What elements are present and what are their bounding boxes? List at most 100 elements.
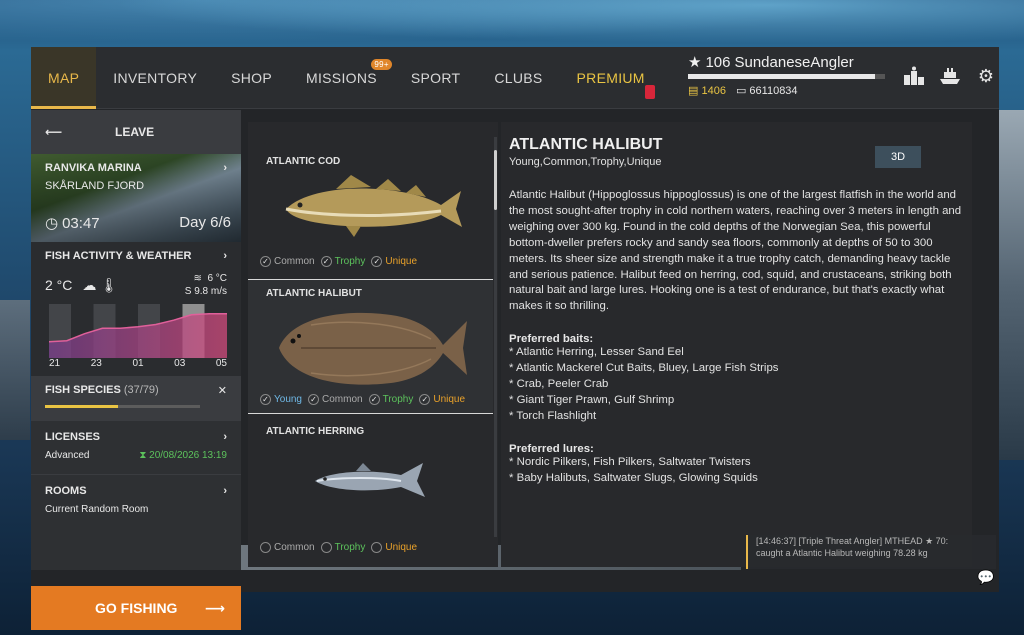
fish-tags: Common Trophy Unique (260, 542, 417, 553)
list-scrollbar-thumb[interactable] (494, 150, 497, 210)
atlantic-halibut-image (278, 312, 467, 385)
location-card[interactable]: RANVIKA MARINA › SKÅRLAND FJORD ◷ 03:47 Da… (31, 154, 241, 242)
list-item: * Torch Flashlight (509, 409, 597, 422)
tab-label: MISSIONS (306, 70, 377, 86)
tab-label: INVENTORY (113, 70, 198, 86)
species-progress-fill (45, 405, 118, 408)
species-title: FISH SPECIES (45, 384, 121, 396)
water-temperature: 6 °C (207, 273, 227, 284)
tab-label: SHOP (231, 70, 273, 86)
check-icon: ✓ (419, 394, 431, 405)
chevron-right-icon: › (223, 162, 227, 174)
fish-list: ATLANTIC COD ✓ Common ✓ Trophy ✓ Unique ATL… (248, 122, 498, 567)
fish-species-row[interactable]: FISH SPECIES (37/79) ✕ (31, 376, 241, 420)
back-arrow-icon: ⟵ (45, 125, 63, 139)
game-time: 03:47 (62, 214, 100, 232)
tab-label: PREMIUM (576, 70, 645, 86)
fish-card-cod[interactable]: ATLANTIC COD ✓ Common ✓ Trophy ✓ Unique (248, 122, 493, 280)
leaderboard-icon[interactable] (901, 63, 927, 89)
chevron-right-icon: › (223, 250, 227, 262)
baits-list: * Atlantic Herring, Lesser Sand Eel * At… (509, 345, 962, 425)
chevron-right-icon: › (223, 485, 227, 497)
tag-trophy: Trophy (334, 256, 366, 267)
tab-sport[interactable]: SPORT (394, 47, 477, 109)
tab-clubs[interactable]: CLUBS (477, 47, 559, 109)
wind-speed: S 9.8 m/s (184, 286, 227, 297)
tab-shop[interactable]: SHOP (214, 47, 289, 109)
top-icons: ⚙ (901, 63, 999, 89)
tag-common: Common (274, 256, 315, 267)
tag-unique: Unique (385, 542, 418, 553)
go-fishing-label: GO FISHING (95, 600, 178, 616)
weather-title: FISH ACTIVITY & WEATHER (45, 250, 192, 262)
check-icon: ✓ (371, 256, 383, 267)
fish-card-halibut[interactable]: ATLANTIC HALIBUT ✓ Young ✓ Common ✓ Trophy … (248, 279, 493, 414)
sidebar: ⟵ LEAVE RANVIKA MARINA › SKÅRLAND FJORD ◷… (31, 110, 241, 630)
baits-title: Preferred baits: (509, 333, 594, 346)
tag-young: Young (274, 394, 302, 405)
tab-premium[interactable]: PREMIUM (560, 47, 662, 109)
leave-label: LEAVE (115, 125, 155, 139)
rooms-row[interactable]: ROOMS › Current Random Room (31, 474, 241, 526)
fish-name: ATLANTIC COD (266, 156, 341, 167)
check-icon: ✓ (260, 394, 271, 405)
tag-unique: Unique (433, 394, 466, 405)
unchecked-circle-icon (320, 542, 332, 553)
thermometer-icon: 🌡 (100, 276, 119, 293)
player-profile[interactable]: ★ 106 SundaneseAngler ▤ 1406 ▭ 66110834 (688, 53, 888, 103)
tab-missions[interactable]: MISSIONS 99+ (289, 47, 394, 109)
details-description: Atlantic Halibut (Hippoglossus hippoglos… (509, 189, 962, 313)
sky-background (0, 0, 1024, 50)
licenses-row[interactable]: LICENSES › Advanced ⧗ 20/08/2026 13:19 (31, 420, 241, 474)
top-bar: MAP INVENTORY SHOP MISSIONS 99+ SPORT CL… (31, 47, 999, 109)
tab-label: CLUBS (494, 70, 543, 86)
unchecked-circle-icon (371, 542, 383, 553)
silver-amount: 66110834 (749, 85, 798, 97)
hour-label: 05 (215, 358, 227, 369)
fish-card-herring[interactable]: ATLANTIC HERRING Common Trophy Unique (248, 414, 493, 564)
tag-trophy: Trophy (334, 542, 366, 553)
gold-amount: 1406 (701, 85, 726, 97)
chat-icon[interactable]: 💬 (977, 569, 994, 586)
tab-label: SPORT (410, 70, 461, 86)
room-name: Current Random Room (45, 504, 149, 515)
game-day: Day 6/6 (179, 214, 231, 231)
fish-name: ATLANTIC HALIBUT (266, 288, 362, 299)
tag-trophy: Trophy (382, 394, 414, 405)
tab-map[interactable]: MAP (31, 47, 97, 109)
chat-message: [14:46:37] [Triple Threat Angler] MTHEAD… (746, 535, 996, 569)
clock-icon: ◷ (45, 215, 59, 232)
close-icon[interactable]: ✕ (218, 384, 227, 397)
ship-icon[interactable] (937, 63, 963, 89)
check-icon: ✓ (320, 256, 332, 267)
chevron-right-icon: › (223, 431, 227, 443)
xp-bar (688, 74, 885, 79)
shore-background (0, 300, 30, 440)
view-3d-button[interactable]: 3D (875, 146, 921, 168)
weather-panel[interactable]: FISH ACTIVITY & WEATHER › 2 °C ☁ 🌡 ≋ 6 °C… (31, 242, 241, 376)
snow-cloud-icon: ☁ (82, 276, 97, 293)
hour-label: 23 (90, 358, 102, 369)
location-name: RANVIKA MARINA (45, 162, 142, 174)
atlantic-herring-image (314, 463, 425, 497)
list-item: * Giant Tiger Prawn, Gulf Shrimp (509, 393, 675, 406)
player-level: 106 (705, 53, 731, 71)
hourglass-icon: ⧗ (139, 450, 147, 461)
species-progress (45, 405, 200, 408)
leave-button[interactable]: ⟵ LEAVE (31, 110, 241, 154)
atlantic-cod-image (285, 175, 462, 237)
lures-title: Preferred lures: (509, 442, 594, 455)
gold-coins-icon: ▤ (688, 85, 699, 97)
hour-label: 01 (132, 358, 144, 369)
settings-gear-icon[interactable]: ⚙ (973, 63, 999, 89)
list-item: * Baby Halibuts, Saltwater Slugs, Glowin… (509, 471, 758, 484)
license-type: Advanced (45, 450, 90, 461)
go-fishing-button[interactable]: GO FISHING ⟶ (31, 586, 241, 630)
lures-list: * Nordic Pilkers, Fish Pilkers, Saltwate… (509, 455, 962, 487)
tab-inventory[interactable]: INVENTORY (96, 47, 214, 109)
unchecked-circle-icon (260, 542, 271, 553)
arrow-right-icon: ⟶ (204, 599, 225, 616)
tag-common: Common (322, 394, 363, 405)
hour-label: 03 (174, 358, 186, 369)
license-expiry: 20/08/2026 13:19 (149, 450, 227, 461)
